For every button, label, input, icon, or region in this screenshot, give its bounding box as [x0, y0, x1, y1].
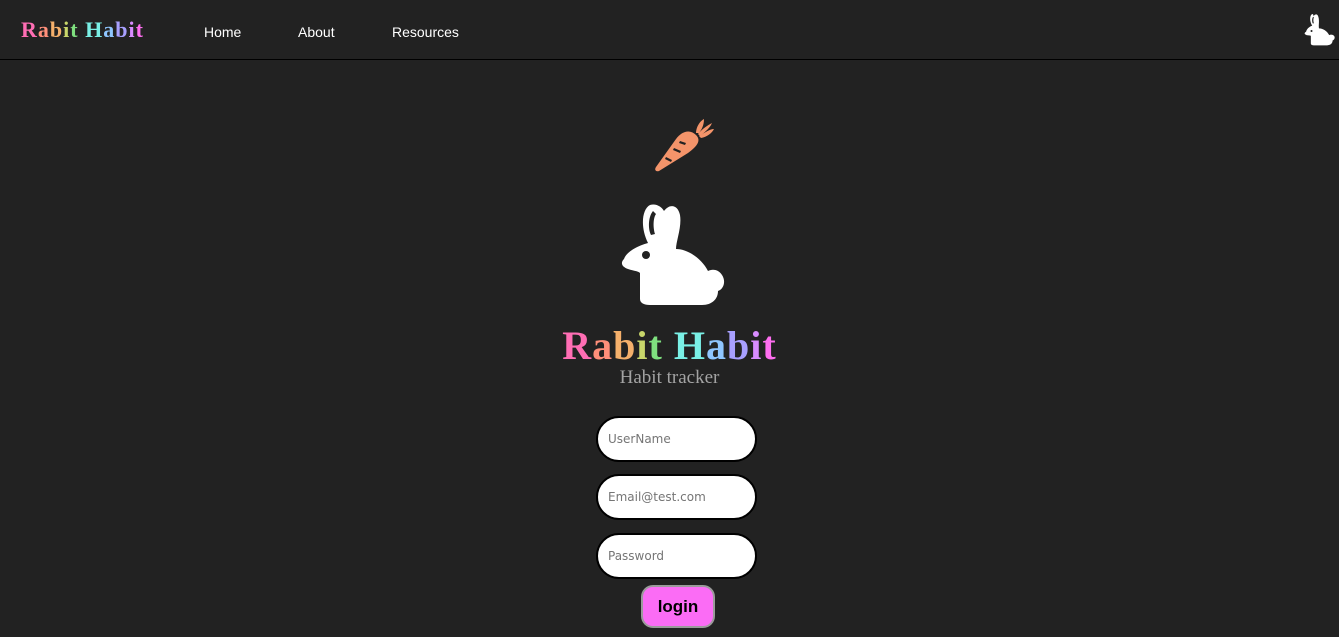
title-letter: i: [636, 323, 649, 368]
nav-link-about[interactable]: About: [298, 23, 335, 41]
navbar: Rabit Habit Home About Resources: [0, 0, 1339, 60]
brand-letter: H: [85, 17, 104, 42]
password-field[interactable]: [596, 533, 757, 579]
brand-letter: i: [63, 17, 71, 42]
brand-letter: t: [70, 17, 79, 42]
title-letter: t: [762, 323, 777, 368]
page-title: Rabit Habit: [0, 323, 1339, 369]
title-letter: i: [750, 323, 763, 368]
title-letter: R: [562, 323, 593, 368]
brand-letter: b: [49, 17, 64, 42]
page-subtitle: Habit tracker: [619, 367, 720, 388]
title-letter: [663, 323, 674, 369]
brand-letter: t: [135, 17, 144, 42]
rabbit-icon: [621, 204, 725, 305]
brand-letter: R: [21, 17, 38, 42]
brand-letter: i: [128, 17, 136, 42]
title-letter: b: [727, 323, 751, 368]
login-button[interactable]: login: [641, 585, 715, 628]
username-field[interactable]: [596, 416, 757, 462]
title-letter: a: [706, 323, 727, 368]
brand-letter: a: [37, 17, 50, 42]
brand-letter: a: [103, 17, 116, 42]
title-letter: t: [648, 323, 663, 368]
title-letter: a: [592, 323, 614, 368]
title-letter: b: [613, 323, 637, 368]
carrot-icon: [655, 119, 714, 172]
title-letter: H: [673, 323, 706, 368]
brand-logo[interactable]: Rabit Habit: [21, 16, 144, 44]
email-field[interactable]: [596, 474, 757, 520]
nav-link-home[interactable]: Home: [204, 23, 241, 41]
brand-letter: b: [115, 17, 129, 42]
nav-link-resources[interactable]: Resources: [392, 23, 459, 41]
rabbit-icon[interactable]: [1302, 12, 1336, 46]
